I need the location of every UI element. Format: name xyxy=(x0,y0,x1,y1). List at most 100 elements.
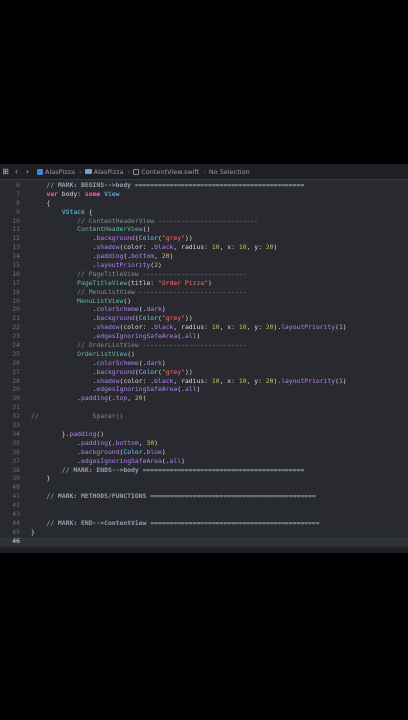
line-number: 8 xyxy=(16,198,20,207)
code-token: var xyxy=(31,189,62,198)
code-token: black xyxy=(154,323,174,332)
code-text: OrderListView() xyxy=(31,350,135,359)
code-token: () xyxy=(127,349,135,358)
code-line[interactable]: 9 VStack { xyxy=(0,208,408,217)
breadcrumb-group[interactable]: AlasPizza xyxy=(84,168,124,176)
code-token: () xyxy=(142,225,151,234)
breadcrumb-label: AlasPizza xyxy=(45,167,76,176)
code-text: PageTitleView(title: "Order Pizza") xyxy=(31,279,212,288)
code-token: ) xyxy=(154,438,159,447)
code-token: ) xyxy=(181,456,185,465)
line-number: 26 xyxy=(12,358,20,367)
code-line[interactable]: 28 .shadow(color: .black, radius: 10, x:… xyxy=(0,377,408,386)
code-line[interactable]: 39 } xyxy=(0,474,408,483)
line-number: 35 xyxy=(12,438,20,447)
code-line[interactable]: 25 OrderListView() xyxy=(0,350,408,359)
line-number: 33 xyxy=(12,421,20,430)
code-token: "grey" xyxy=(161,314,185,323)
code-token: 10 xyxy=(211,323,220,332)
line-number: 42 xyxy=(12,501,20,510)
code-token: // MARK: ENDS-->body ===================… xyxy=(31,465,305,474)
code-token: background xyxy=(96,367,135,376)
code-line[interactable]: 24 // OrderListView --------------------… xyxy=(0,341,408,350)
code-text: ContentHeaderView() xyxy=(31,225,150,234)
code-token: // MenuListView ------------------------… xyxy=(31,287,247,296)
code-line[interactable]: 43 xyxy=(0,510,408,519)
code-text: .background(Color("grey")) xyxy=(31,368,193,377)
code-line[interactable]: 37 .edgesIgnoringSafeArea(.all) xyxy=(0,457,408,466)
code-token: , x: xyxy=(219,376,239,385)
code-text: // Spacer() xyxy=(31,412,123,421)
code-token: layoutPriority xyxy=(96,261,151,270)
code-line[interactable]: 26 .colorScheme(.dark) xyxy=(0,359,408,368)
code-line[interactable]: 29 .edgesIgnoringSafeArea(.all) xyxy=(0,385,408,394)
code-token: "Order Pizza" xyxy=(157,278,209,287)
source-code[interactable]: 6 // MARK: BEGINS-->body ===============… xyxy=(0,181,408,546)
breadcrumb-project[interactable]: AlasPizza xyxy=(37,168,75,176)
code-line[interactable]: 7 var body: some View xyxy=(0,190,408,199)
breadcrumb-file[interactable]: ContentView.swift xyxy=(133,168,199,176)
code-text: .shadow(color: .black, radius: 10, x: 10… xyxy=(31,377,347,386)
folder-icon xyxy=(84,169,92,174)
line-number: 11 xyxy=(12,225,20,234)
code-line[interactable]: 23 .edgesIgnoringSafeArea(.all) xyxy=(0,332,408,341)
code-token: bottom xyxy=(115,438,139,447)
code-line[interactable]: 42 xyxy=(0,501,408,510)
code-text: // MARK: END-->ContentView =============… xyxy=(31,519,319,528)
code-text: { xyxy=(31,199,50,208)
forward-arrow-icon[interactable]: › xyxy=(22,167,33,176)
code-line[interactable]: 41 // MARK: METHODS/FUNCTIONS ==========… xyxy=(0,492,408,501)
code-token: (. xyxy=(107,438,116,447)
code-line[interactable]: 13 .shadow(color: .black, radius: 10, x:… xyxy=(0,243,408,252)
code-line[interactable]: 46 xyxy=(0,536,408,546)
code-line[interactable]: 32 // Spacer() xyxy=(0,412,408,421)
code-line[interactable]: 36 .background(Color.blue) xyxy=(0,448,408,457)
code-line[interactable]: 27 .background(Color("grey")) xyxy=(0,368,408,377)
code-token: top xyxy=(115,394,128,403)
breadcrumb-selection[interactable]: No Selection xyxy=(209,168,250,176)
code-token: layoutPriority xyxy=(281,323,336,332)
back-arrow-icon[interactable]: ‹ xyxy=(11,167,22,176)
code-token: . xyxy=(31,314,97,323)
code-line[interactable]: 44 // MARK: END-->ContentView ==========… xyxy=(0,519,408,528)
code-line[interactable]: 19 MenuListView() xyxy=(0,297,408,306)
code-line[interactable]: 45} xyxy=(0,528,408,537)
code-line[interactable]: 16 // PageTitleView --------------------… xyxy=(0,270,408,279)
code-line[interactable]: 35 .padding(.bottom, 30) xyxy=(0,439,408,448)
code-line[interactable]: 31 xyxy=(0,403,408,412)
code-line[interactable]: 17 PageTitleView(title: "Order Pizza") xyxy=(0,279,408,288)
code-line[interactable]: 8 { xyxy=(0,199,408,208)
code-line[interactable]: 33 xyxy=(0,421,408,430)
code-token: )) xyxy=(184,314,193,323)
code-token: 20 xyxy=(265,323,274,332)
code-token: 20 xyxy=(161,252,170,261)
code-token: MenuListView xyxy=(77,296,124,305)
code-token: . xyxy=(31,367,97,376)
code-token: . xyxy=(31,385,97,394)
code-line[interactable]: 34 }.padding() xyxy=(0,430,408,439)
code-token: } xyxy=(31,474,51,483)
line-number: 7 xyxy=(16,189,20,198)
code-token: all xyxy=(184,332,197,341)
code-line[interactable]: 14 .padding(.bottom, 20) xyxy=(0,252,408,261)
code-token: padding xyxy=(69,429,97,438)
code-line[interactable]: 15 .layoutPriority(2) xyxy=(0,261,408,270)
chevron-right-icon: › xyxy=(203,167,206,176)
line-number: 34 xyxy=(12,429,20,438)
code-line[interactable]: 20 .colorScheme(.dark) xyxy=(0,305,408,314)
code-line[interactable]: 40 xyxy=(0,483,408,492)
code-line[interactable]: 6 // MARK: BEGINS-->body ===============… xyxy=(0,181,408,190)
code-line[interactable]: 18 // MenuListView ---------------------… xyxy=(0,288,408,297)
code-token: , xyxy=(154,252,162,261)
code-line[interactable]: 11 ContentHeaderView() xyxy=(0,225,408,234)
code-line[interactable]: 21 .background(Color("grey")) xyxy=(0,314,408,323)
code-line[interactable]: 10 // ContentHeaderView ----------------… xyxy=(0,217,408,226)
code-line[interactable]: 22 .shadow(color: .black, radius: 10, x:… xyxy=(0,323,408,332)
line-number: 16 xyxy=(12,269,20,278)
code-line[interactable]: 30 .padding(.top, 20) xyxy=(0,394,408,403)
code-line[interactable]: 12 .background(Color("grey")) xyxy=(0,234,408,243)
code-line[interactable]: 38 // MARK: ENDS-->body ================… xyxy=(0,466,408,475)
grid-icon[interactable]: ⊞ xyxy=(0,167,11,176)
